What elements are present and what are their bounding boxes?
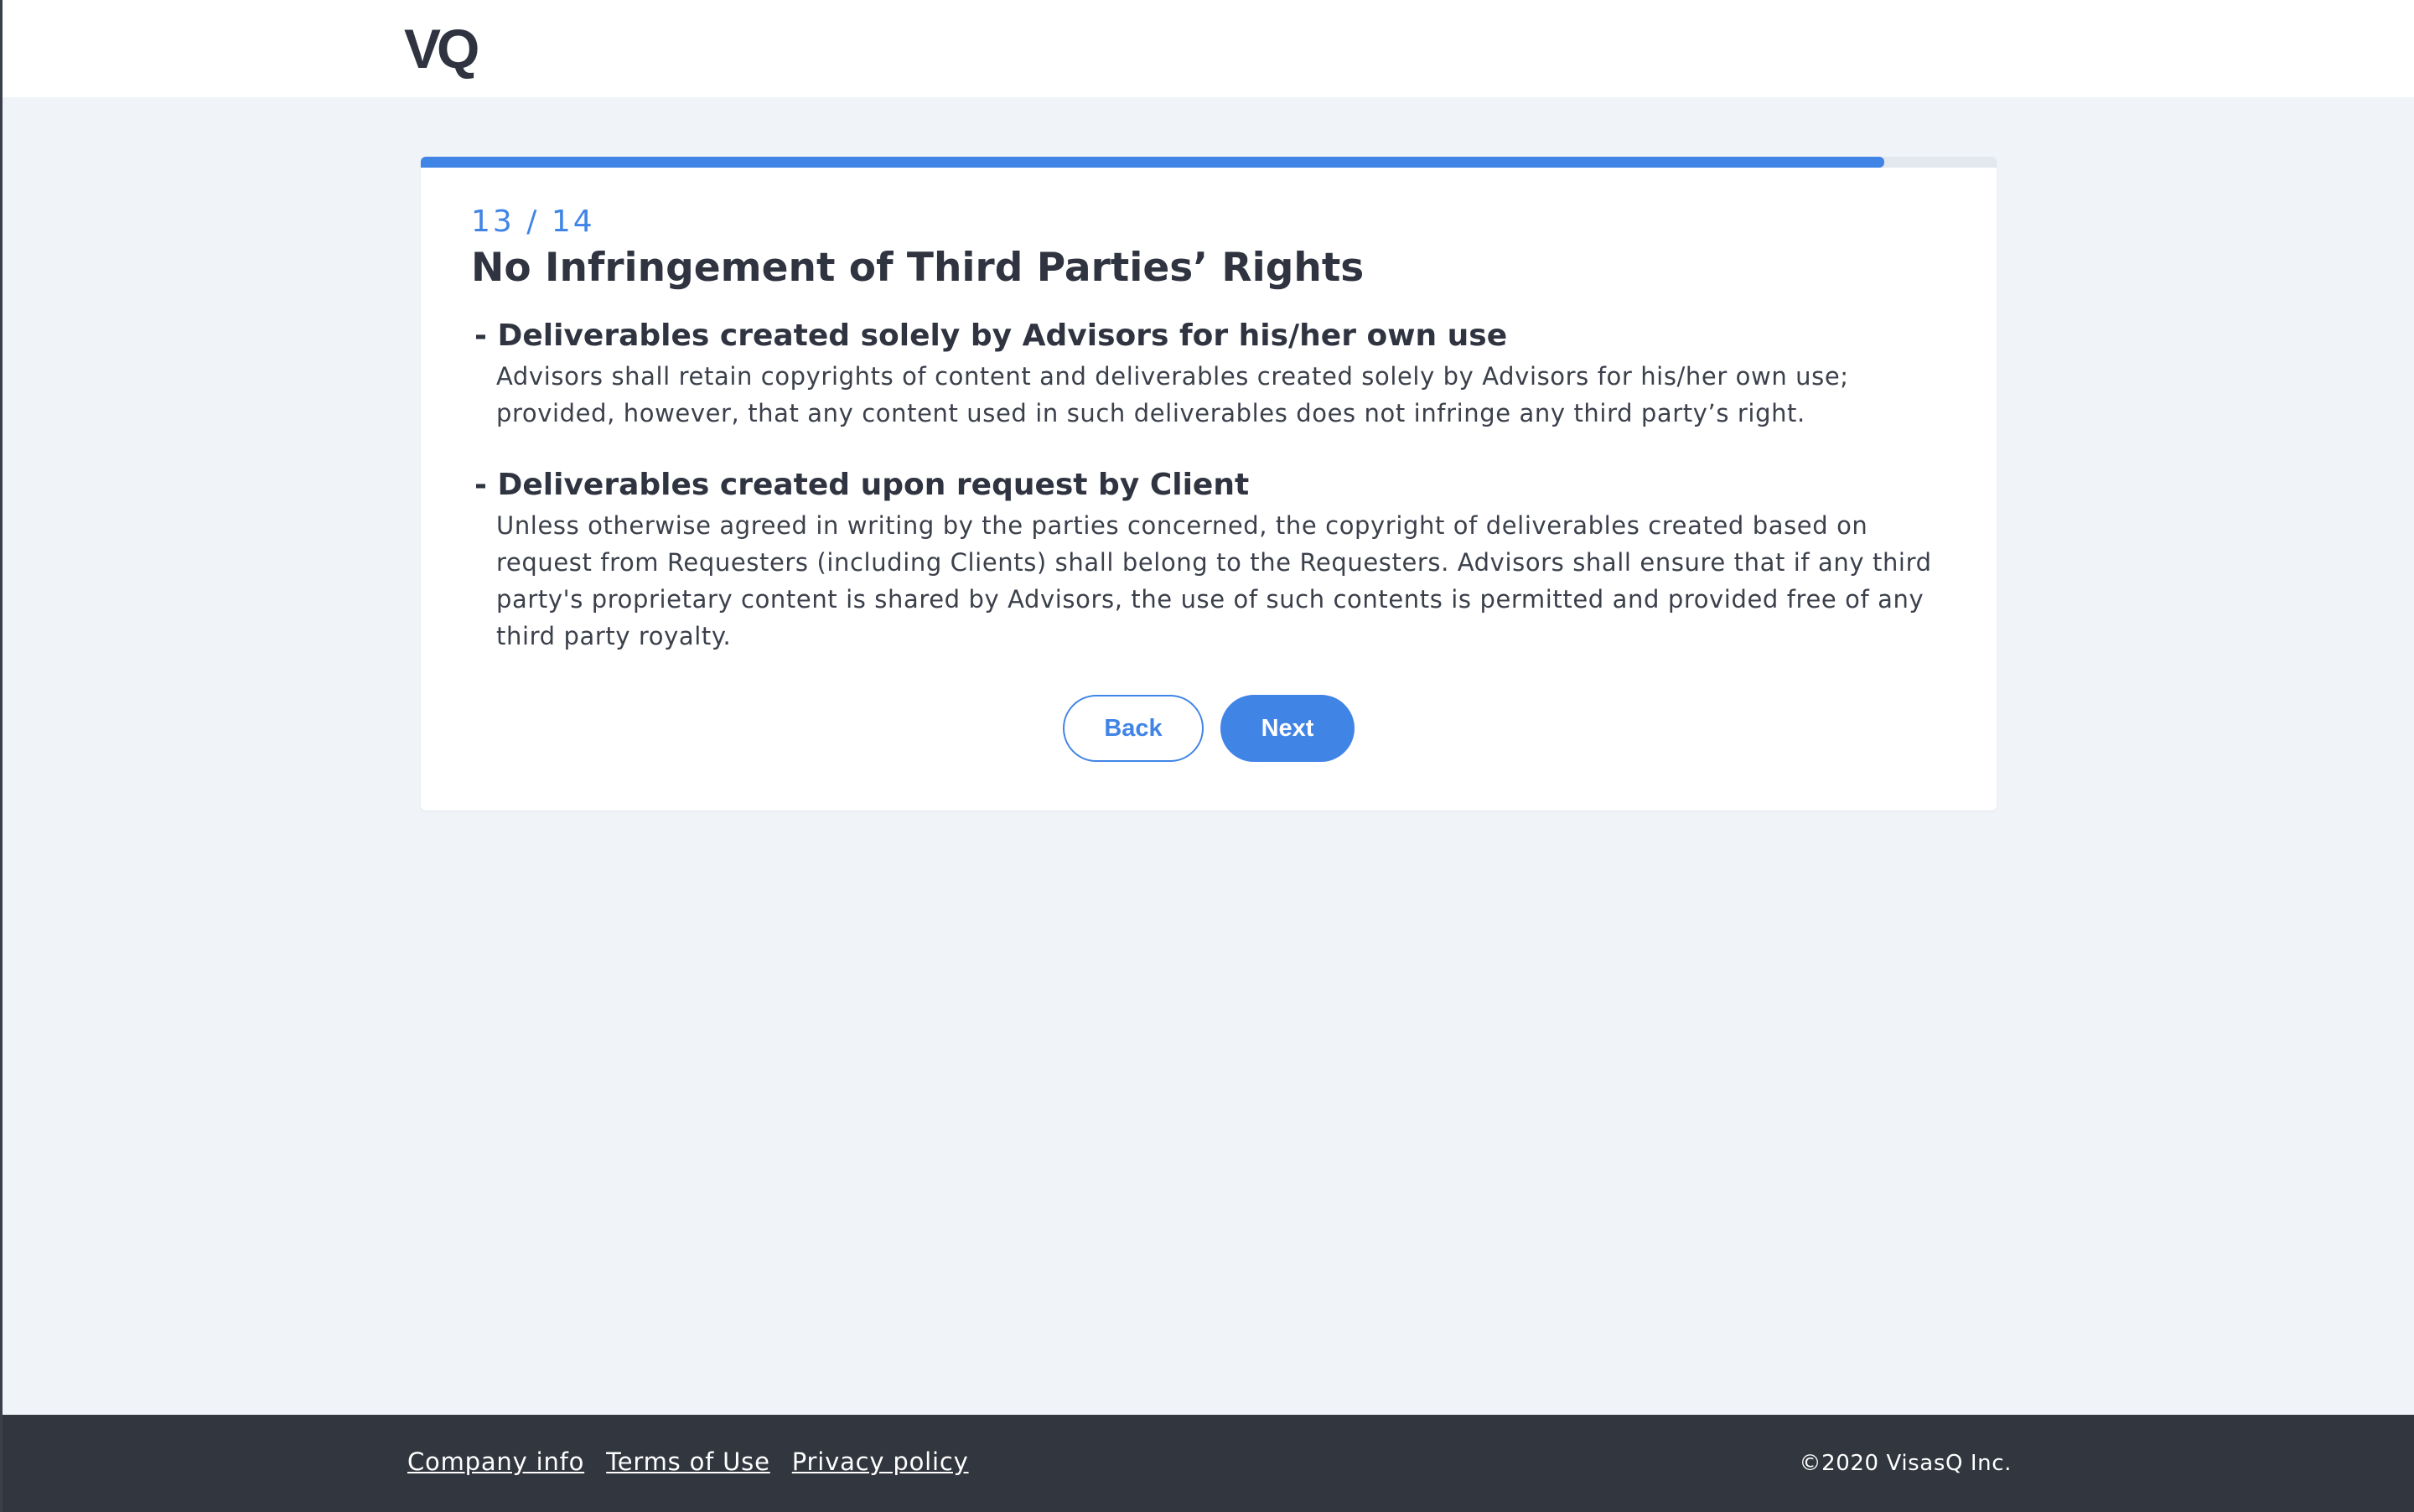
site-header: VQ: [0, 0, 2414, 97]
site-footer: Company info Terms of Use Privacy policy…: [0, 1415, 2414, 1512]
progress-bar-fill: [421, 157, 1884, 168]
footer-link-company-info[interactable]: Company info: [407, 1445, 584, 1478]
next-button[interactable]: Next: [1220, 695, 1355, 762]
section-client-request: - Deliverables created upon request by C…: [474, 465, 1950, 655]
section-own-use: - Deliverables created solely by Advisor…: [474, 316, 1950, 432]
page-title: No Infringement of Third Parties’ Rights: [471, 245, 1365, 291]
vq-logo[interactable]: VQ: [404, 15, 479, 82]
section-heading: - Deliverables created upon request by C…: [474, 468, 1250, 502]
question-card: 13 / 14 No Infringement of Third Parties…: [421, 157, 1997, 810]
section-body: Unless otherwise agreed in writing by th…: [496, 511, 1932, 650]
copyright-text: ©2020 VisasQ Inc.: [1799, 1451, 2012, 1476]
footer-link-privacy-policy[interactable]: Privacy policy: [792, 1445, 969, 1478]
back-button[interactable]: Back: [1063, 695, 1204, 762]
window-left-edge: [0, 0, 3, 1512]
progress-bar: [421, 157, 1997, 168]
footer-link-terms-of-use[interactable]: Terms of Use: [606, 1445, 770, 1478]
footer-nav: Company info Terms of Use Privacy policy: [407, 1445, 969, 1478]
navigation-buttons: Back Next: [421, 695, 1997, 762]
step-counter: 13 / 14: [471, 205, 595, 239]
section-body: Advisors shall retain copyrights of cont…: [496, 362, 1849, 427]
section-heading: - Deliverables created solely by Advisor…: [474, 318, 1508, 353]
